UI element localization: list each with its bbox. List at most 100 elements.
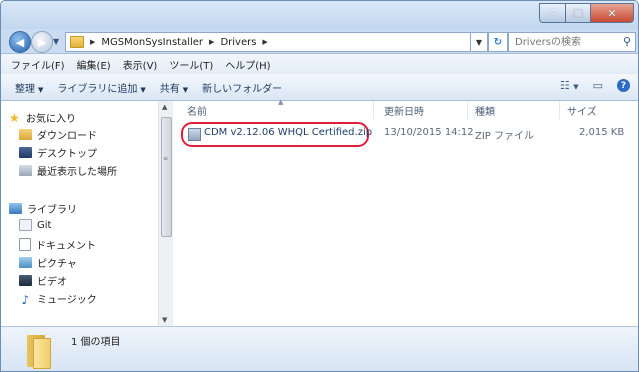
grip-icon: ≡	[163, 155, 169, 162]
videos-icon	[19, 275, 32, 286]
close-icon: ✕	[607, 6, 617, 20]
nav-item-label: ダウンロード	[37, 131, 97, 142]
file-row[interactable]: CDM v2.12.06 WHQL Certified.zip 13/10/20…	[177, 122, 635, 147]
column-header-name[interactable]: 名前	[187, 103, 207, 118]
maximize-icon: □	[572, 6, 584, 20]
chevron-right-icon[interactable]: ▶	[90, 38, 95, 46]
column-divider[interactable]	[467, 101, 468, 119]
maximize-button[interactable]: □	[566, 3, 591, 23]
star-icon: ★	[9, 110, 20, 125]
breadcrumb-drivers[interactable]: Drivers	[220, 37, 256, 48]
help-button[interactable]: ?	[617, 79, 630, 92]
file-date: 13/10/2015 14:12	[384, 127, 474, 138]
nav-favorites[interactable]: ★ お気に入り	[9, 110, 76, 126]
nav-item-label: デスクトップ	[37, 149, 97, 160]
column-header-type[interactable]: 種類	[475, 103, 495, 118]
minimize-icon: –	[549, 6, 556, 20]
scroll-up-icon[interactable]: ▲	[162, 103, 167, 111]
organize-label: 整理	[15, 83, 35, 95]
menu-view[interactable]: 表示(V)	[123, 57, 158, 72]
music-note-icon: ♪	[21, 293, 30, 307]
address-bar[interactable]: ▶ MGSMonSysInstaller ▶ Drivers ▶	[65, 32, 471, 52]
chevron-down-icon: ▼	[182, 85, 189, 94]
menu-tools[interactable]: ツール(T)	[169, 57, 213, 72]
folder-icon	[70, 36, 84, 48]
nav-item-label: ビデオ	[37, 277, 67, 288]
zip-file-icon	[188, 128, 201, 141]
git-library-icon	[19, 219, 32, 231]
refresh-icon: ↻	[493, 36, 503, 48]
chevron-right-icon[interactable]: ▶	[209, 38, 214, 46]
title-bar: – □ ✕	[1, 1, 638, 29]
command-bar: 整理 ▼ ライブラリに追加 ▼ 共有 ▼ 新しいフォルダー ☷ ▼ ▭ ?	[1, 74, 638, 101]
download-folder-icon	[19, 129, 32, 140]
library-icon	[9, 203, 22, 214]
minimize-button[interactable]: –	[539, 3, 566, 23]
column-divider[interactable]	[373, 101, 374, 119]
history-dropdown[interactable]: ▼	[53, 37, 59, 46]
nav-item-label: ピクチャ	[37, 259, 77, 270]
chevron-right-icon[interactable]: ▶	[262, 38, 267, 46]
item-count: 1 個の項目	[71, 337, 121, 348]
share-label: 共有	[159, 83, 180, 95]
breadcrumb-mgsmonsysinstaller[interactable]: MGSMonSysInstaller	[101, 37, 203, 48]
nav-libraries-label: ライブラリ	[27, 205, 77, 216]
nav-item-videos[interactable]: ビデオ	[19, 273, 67, 288]
add-to-library-label: ライブラリに追加	[57, 83, 138, 95]
file-name[interactable]: CDM v2.12.06 WHQL Certified.zip	[204, 127, 372, 138]
nav-item-label: ミュージック	[37, 295, 97, 306]
file-size: 2,015 KB	[579, 127, 625, 138]
share-button[interactable]: 共有 ▼	[160, 80, 188, 95]
add-to-library-button[interactable]: ライブラリに追加 ▼	[57, 80, 145, 95]
column-divider[interactable]	[559, 101, 560, 119]
forward-button[interactable]: ▶	[31, 31, 53, 53]
desktop-icon	[19, 147, 32, 158]
column-header-size[interactable]: サイズ	[567, 103, 597, 118]
nav-item-recent-places[interactable]: 最近表示した場所	[19, 163, 117, 178]
view-options-button[interactable]: ☷ ▼	[560, 79, 579, 92]
menu-edit[interactable]: 編集(E)	[77, 57, 111, 72]
preview-pane-icon: ▭	[592, 79, 603, 92]
nav-item-git[interactable]: Git	[19, 219, 51, 231]
arrow-right-icon: ▶	[37, 35, 47, 49]
back-button[interactable]: ◀	[9, 31, 31, 53]
menu-file[interactable]: ファイル(F)	[11, 57, 65, 72]
nav-item-downloads[interactable]: ダウンロード	[19, 127, 97, 142]
nav-item-pictures[interactable]: ピクチャ	[19, 255, 77, 270]
chevron-down-icon: ▼	[38, 85, 44, 94]
column-header-date[interactable]: 更新日時	[384, 103, 424, 118]
nav-item-music[interactable]: ♪ ミュージック	[19, 291, 97, 307]
new-folder-button[interactable]: 新しいフォルダー	[202, 80, 282, 95]
nav-item-desktop[interactable]: デスクトップ	[19, 145, 97, 160]
nav-item-documents[interactable]: ドキュメント	[19, 237, 96, 252]
view-list-icon: ☷	[559, 79, 570, 92]
details-pane: 1 個の項目	[1, 326, 638, 371]
search-box[interactable]: ⚲	[508, 32, 636, 52]
menu-bar: ファイル(F) 編集(E) 表示(V) ツール(T) ヘルプ(H)	[1, 53, 638, 74]
nav-item-label: ドキュメント	[36, 241, 96, 252]
caption-buttons: – □ ✕	[539, 3, 634, 23]
close-button[interactable]: ✕	[591, 3, 634, 23]
chevron-down-icon: ▼	[573, 83, 579, 91]
menu-help[interactable]: ヘルプ(H)	[225, 57, 270, 72]
refresh-button[interactable]: ↻	[488, 32, 508, 52]
explorer-window: – □ ✕ ◀ ▶ ▼ ▶ MGSMonSysInstaller ▶ Drive…	[0, 0, 639, 372]
organize-button[interactable]: 整理 ▼	[15, 80, 43, 95]
address-row: ◀ ▶ ▼ ▶ MGSMonSysInstaller ▶ Drivers ▶ ▼…	[1, 29, 638, 53]
file-list: ▲ 名前 更新日時 種類 サイズ CDM v2.12.06 WHQL Certi…	[173, 98, 638, 326]
address-dropdown-button[interactable]: ▼	[471, 32, 488, 52]
documents-icon	[19, 238, 31, 251]
view-controls: ☷ ▼ ▭ ?	[560, 79, 630, 92]
nav-scrollbar[interactable]: ▲ ≡ ▼	[158, 101, 173, 326]
nav-item-label: Git	[37, 219, 52, 231]
help-icon: ?	[620, 80, 627, 91]
scroll-down-icon[interactable]: ▼	[162, 316, 167, 324]
large-folder-icon	[27, 335, 51, 369]
nav-libraries[interactable]: ライブラリ	[9, 201, 77, 216]
search-icon[interactable]: ⚲	[623, 35, 631, 48]
pictures-icon	[19, 257, 32, 268]
scrollbar-thumb[interactable]	[161, 117, 172, 237]
folder-front	[33, 338, 51, 369]
search-input[interactable]	[509, 35, 617, 49]
preview-pane-button[interactable]: ▭	[593, 79, 603, 92]
